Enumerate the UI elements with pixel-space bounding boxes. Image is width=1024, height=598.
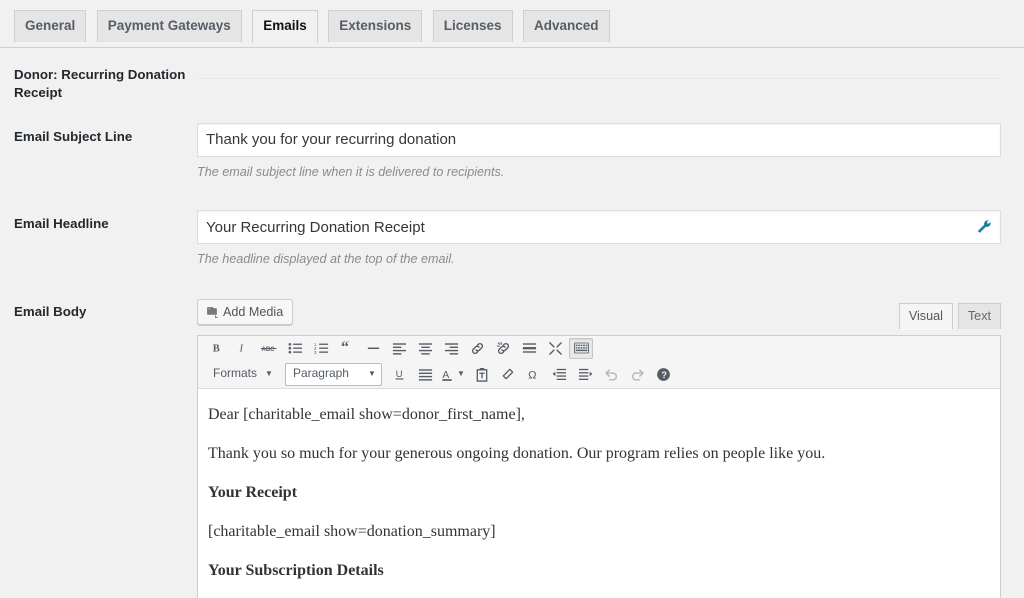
formats-dropdown-label: Formats [213, 366, 258, 381]
editor-toolbar-row-1: B I ABC 1 2 3 “ [198, 336, 1000, 361]
numbered-list-icon[interactable]: 1 2 3 [309, 338, 333, 359]
chevron-down-icon: ▼ [456, 368, 465, 378]
help-icon[interactable]: ? [652, 364, 676, 385]
decrease-indent-icon[interactable] [548, 364, 572, 385]
wp-editor: Add Media Visual Text B I ABC 1 2 3 “ Fo… [197, 298, 1001, 598]
strikethrough-icon[interactable]: ABC [257, 338, 281, 359]
wrench-icon[interactable] [975, 218, 993, 236]
editor-shortcode-donation-summary: [charitable_email show=donation_summary] [208, 523, 496, 541]
svg-text:?: ? [662, 370, 667, 380]
editor-tools: Add Media Visual Text [197, 298, 1001, 335]
insert-link-icon[interactable] [465, 338, 489, 359]
svg-text:I: I [239, 344, 244, 355]
tab-extensions[interactable]: Extensions [328, 10, 423, 42]
svg-text:ABC: ABC [262, 347, 276, 353]
email-subject-input[interactable] [197, 122, 1001, 157]
email-body-row: Email Body Add Media Visual Text B I ABC… [0, 283, 1012, 598]
editor-toolbar-group: B I ABC 1 2 3 “ Formats ▼ Paragraph ▼ U … [198, 335, 1000, 389]
editor-paragraph-thanks: Thank you so much for your generous ongo… [208, 444, 826, 462]
email-headline-row: Email Headline The headline displayed at… [0, 195, 1012, 282]
bulleted-list-icon[interactable] [283, 338, 307, 359]
tab-general[interactable]: General [14, 10, 87, 42]
chevron-down-icon: ▼ [368, 368, 376, 378]
formats-dropdown[interactable]: Formats ▼ [206, 364, 278, 385]
distraction-free-icon[interactable] [543, 338, 567, 359]
editor-mode-tabs: Visual Text [894, 298, 1001, 330]
media-buttons: Add Media [197, 298, 294, 325]
paragraph-dropdown[interactable]: Paragraph ▼ [284, 362, 382, 386]
justify-icon[interactable] [414, 364, 438, 385]
redo-icon[interactable] [626, 364, 650, 385]
svg-text:Ω: Ω [528, 369, 536, 381]
remove-link-icon[interactable] [491, 338, 515, 359]
editor-toolbar-row-2: Formats ▼ Paragraph ▼ U A ▼ Ω ? [198, 361, 1000, 388]
align-right-icon[interactable] [439, 338, 463, 359]
toolbar-toggle-icon[interactable] [569, 337, 593, 359]
align-left-icon[interactable] [387, 338, 411, 359]
email-subject-description: The email subject line when it is delive… [197, 164, 505, 179]
read-more-icon[interactable] [517, 338, 541, 359]
editor-heading-subscription: Your Subscription Details [208, 562, 384, 580]
svg-text:“: “ [340, 341, 348, 355]
settings-tab-bar: General Payment Gateways Emails Extensio… [0, 0, 1024, 48]
horizontal-rule-icon[interactable] [361, 338, 385, 359]
section-title: Donor: Recurring Donation Receipt [14, 67, 186, 100]
text-color-icon[interactable]: A ▼ [440, 364, 468, 385]
email-headline-field-wrap [197, 210, 1001, 245]
section-divider-cell [197, 48, 1012, 108]
editor-paragraph-greeting: Dear [charitable_email show=donor_first_… [208, 405, 525, 423]
email-headline-input[interactable] [197, 210, 1001, 245]
bold-icon[interactable]: B [205, 338, 229, 359]
email-subject-cell: The email subject line when it is delive… [197, 108, 1012, 195]
section-divider [197, 78, 1002, 79]
paste-as-text-icon[interactable] [470, 364, 494, 385]
increase-indent-icon[interactable] [574, 364, 598, 385]
tab-emails[interactable]: Emails [252, 10, 318, 43]
email-subject-field-wrap [197, 122, 1001, 157]
clear-formatting-icon[interactable] [496, 364, 520, 385]
svg-text:B: B [213, 344, 220, 355]
editor-container: B I ABC 1 2 3 “ Formats ▼ Paragraph ▼ U … [197, 334, 1001, 598]
tab-licenses[interactable]: Licenses [432, 10, 513, 42]
email-headline-label: Email Headline [14, 216, 109, 232]
email-headline-cell: The headline displayed at the top of the… [197, 195, 1012, 282]
tab-advanced[interactable]: Advanced [522, 10, 610, 42]
underline-icon[interactable]: U [388, 364, 412, 385]
email-body-cell: Add Media Visual Text B I ABC 1 2 3 “ Fo… [197, 283, 1012, 598]
italic-icon[interactable]: I [231, 338, 255, 359]
editor-content-area[interactable]: Dear [charitable_email show=donor_first_… [198, 388, 1000, 598]
svg-text:3: 3 [314, 350, 317, 355]
paragraph-dropdown-label: Paragraph [292, 366, 349, 381]
email-body-label: Email Body [14, 303, 87, 319]
email-headline-description: The headline displayed at the top of the… [197, 252, 455, 267]
email-subject-row: Email Subject Line The email subject lin… [0, 108, 1012, 195]
add-media-button[interactable]: Add Media [197, 298, 294, 325]
email-subject-label: Email Subject Line [14, 128, 133, 144]
tab-text-editor[interactable]: Text [957, 302, 1001, 329]
special-character-icon[interactable]: Ω [522, 364, 546, 385]
email-settings-table: Donor: Recurring Donation Receipt Email … [0, 48, 1012, 598]
settings-form: Donor: Recurring Donation Receipt Email … [0, 48, 1024, 598]
add-media-label: Add Media [223, 304, 284, 319]
editor-heading-receipt: Your Receipt [208, 483, 298, 501]
undo-icon[interactable] [600, 364, 624, 385]
svg-text:A: A [442, 369, 449, 380]
tab-payment-gateways[interactable]: Payment Gateways [96, 10, 242, 42]
tab-visual-editor[interactable]: Visual [898, 302, 953, 330]
section-heading-row: Donor: Recurring Donation Receipt [0, 48, 1012, 108]
chevron-down-icon: ▼ [265, 368, 273, 378]
align-center-icon[interactable] [413, 338, 437, 359]
media-icon [205, 305, 219, 319]
blockquote-icon[interactable]: “ [335, 338, 359, 359]
